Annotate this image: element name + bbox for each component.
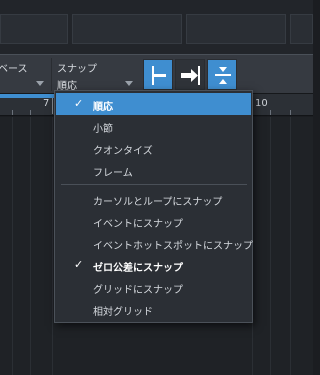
ruler-subtick [12, 110, 13, 115]
menu-item-adaptive[interactable]: ✓ 順応 [56, 93, 251, 115]
snap-to-start-button[interactable] [143, 59, 173, 90]
snap-to-end-button[interactable] [175, 59, 205, 90]
snap-to-both-icon [215, 67, 231, 84]
ruler-mark: 10 [255, 98, 268, 109]
menu-item-bar[interactable]: 小節 [56, 115, 251, 137]
menu-item-label: クオンタイズ [93, 146, 153, 157]
menu-item-relative-grid[interactable]: 相対グリッド [56, 298, 251, 320]
loop-range-bar [0, 94, 56, 98]
base-field[interactable]: ベース [0, 58, 50, 91]
upper-panel-cell [0, 14, 68, 44]
ruler-subtick [270, 110, 271, 115]
snap-to-both-button[interactable] [207, 59, 237, 90]
upper-panel-cell [186, 14, 286, 44]
menu-item-quantize[interactable]: クオンタイズ [56, 137, 251, 159]
snap-mode-dropdown[interactable]: スナップ 順応 [53, 58, 139, 92]
grid-line [12, 117, 13, 375]
menu-item-snap-zero-crossing[interactable]: ✓ ゼロ公差にスナップ [56, 254, 251, 276]
grid-line [270, 117, 271, 375]
menu-item-label: フレーム [93, 168, 133, 179]
menu-item-snap-grid[interactable]: グリッドにスナップ [56, 276, 251, 298]
grid-line [30, 117, 31, 375]
menu-item-label: グリッドにスナップ [93, 285, 183, 296]
ruler-subtick [30, 110, 31, 115]
upper-panel-cell [72, 14, 182, 44]
grid-line [52, 117, 53, 375]
menu-item-label: イベントにスナップ [93, 219, 183, 230]
menu-item-snap-events[interactable]: イベントにスナップ [56, 210, 251, 232]
toolbar-divider [51, 58, 52, 91]
grid-line [290, 117, 291, 375]
ruler-tick [52, 96, 53, 114]
snap-to-end-icon [181, 66, 200, 85]
menu-item-label: カーソルとループにスナップ [93, 197, 223, 208]
menu-item-snap-cursor-loop[interactable]: カーソルとループにスナップ [56, 188, 251, 210]
menu-item-snap-event-hotspot[interactable]: イベントホットスポットにスナップ [56, 232, 253, 254]
ruler-subtick [290, 110, 291, 115]
toolbar: ベース スナップ 順応 [0, 54, 313, 94]
chevron-down-icon [125, 81, 133, 86]
menu-item-label: イベントホットスポットにスナップ [93, 241, 253, 252]
snap-to-start-icon [152, 66, 166, 85]
upper-panel-cell [290, 14, 313, 44]
chevron-down-icon [36, 81, 44, 86]
menu-item-label: 小節 [93, 124, 113, 135]
base-label: ベース [0, 64, 28, 75]
upper-panel [0, 0, 313, 54]
ruler-mark: 7 [43, 98, 50, 109]
check-icon: ✓ [74, 258, 84, 271]
menu-item-label: 順応 [93, 102, 113, 113]
check-icon: ✓ [74, 97, 84, 110]
snap-mode-menu: ✓ 順応 小節 クオンタイズ フレーム カーソルとループにスナップ イベントにス… [54, 90, 253, 323]
menu-item-frame[interactable]: フレーム [56, 159, 251, 181]
menu-divider [61, 184, 247, 185]
menu-item-label: ゼロ公差にスナップ [93, 263, 183, 274]
snap-label: スナップ [57, 64, 97, 75]
menu-item-label: 相対グリッド [93, 307, 153, 318]
